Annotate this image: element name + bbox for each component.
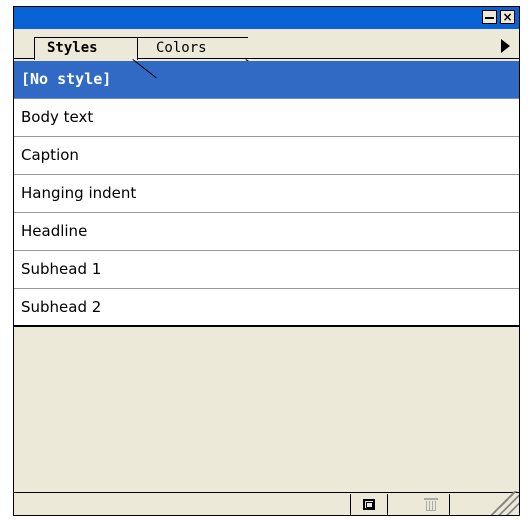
tab-colors-label: Colors — [156, 40, 207, 56]
new-style-button[interactable] — [350, 494, 388, 516]
triangle-right-icon[interactable] — [495, 35, 515, 57]
minimize-icon[interactable] — [482, 10, 497, 24]
tab-row: Styles Colors — [14, 29, 519, 80]
close-icon[interactable]: × — [500, 10, 515, 24]
list-item[interactable]: Headline — [14, 213, 519, 251]
list-item[interactable]: Subhead 2 — [14, 289, 519, 327]
new-style-icon — [363, 499, 375, 510]
title-bar[interactable]: × — [14, 7, 519, 29]
footer-divider — [14, 492, 519, 493]
styles-palette: × Styles Colors [No style] Body text Cap… — [13, 6, 520, 516]
resize-grip-icon[interactable] — [491, 491, 519, 515]
list-item[interactable]: Hanging indent — [14, 175, 519, 213]
list-item[interactable]: Body text — [14, 99, 519, 137]
list-item[interactable]: [No style] — [14, 61, 519, 99]
list-item[interactable]: Subhead 1 — [14, 251, 519, 289]
tab-styles-label: Styles — [47, 40, 98, 56]
trash-icon — [424, 497, 438, 512]
list-item[interactable]: Caption — [14, 137, 519, 175]
tab-styles[interactable]: Styles — [34, 37, 138, 60]
delete-style-button[interactable] — [412, 494, 450, 516]
style-list: [No style] Body text Caption Hanging ind… — [14, 61, 519, 327]
tab-colors[interactable]: Colors — [138, 37, 248, 59]
